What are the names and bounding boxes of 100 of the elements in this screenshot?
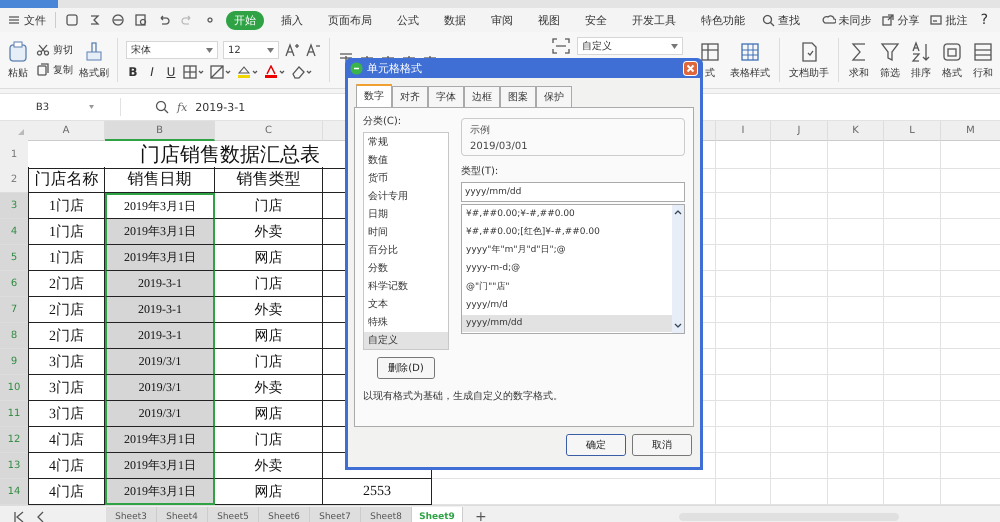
paste-button[interactable]: 粘贴 bbox=[6, 40, 30, 80]
table-cell[interactable] bbox=[716, 141, 771, 169]
ribbon-tab[interactable]: 页面布局 bbox=[320, 10, 380, 30]
table-cell[interactable] bbox=[716, 297, 771, 323]
table-cell[interactable] bbox=[771, 427, 828, 453]
table-cell[interactable] bbox=[884, 141, 941, 169]
list-item[interactable]: 会计专用 bbox=[364, 188, 448, 204]
list-item[interactable]: 科学记数 bbox=[364, 278, 448, 294]
ribbon-tab[interactable]: 插入 bbox=[273, 10, 311, 30]
dialog-tab[interactable]: 边框 bbox=[464, 86, 500, 107]
scan-icon[interactable] bbox=[551, 37, 571, 55]
sheet-tab[interactable]: Sheet4 bbox=[157, 507, 208, 522]
ribbon-tab[interactable]: 审阅 bbox=[483, 10, 521, 30]
table-cell[interactable]: 外卖 bbox=[215, 219, 323, 245]
list-item[interactable]: yyyy/m/d bbox=[462, 297, 672, 314]
list-item[interactable]: ¥#,##0.00;¥-#,##0.00 bbox=[462, 206, 672, 223]
table-cell[interactable] bbox=[828, 323, 884, 349]
table-cell[interactable] bbox=[884, 401, 941, 427]
table-cell[interactable] bbox=[716, 271, 771, 297]
toolbar-button[interactable]: 式 bbox=[699, 40, 721, 80]
table-cell[interactable]: 2019年3月1日 bbox=[105, 193, 215, 219]
table-cell[interactable]: 2019/3/1 bbox=[105, 401, 215, 427]
list-item[interactable]: yyyy/mm/dd bbox=[462, 315, 672, 332]
table-cell[interactable] bbox=[884, 245, 941, 271]
table-cell[interactable]: 外卖 bbox=[215, 297, 323, 323]
type-field[interactable]: yyyy/mm/dd bbox=[461, 182, 685, 202]
list-item[interactable]: 特殊 bbox=[364, 314, 448, 330]
zoom-icon[interactable] bbox=[155, 100, 169, 114]
table-cell[interactable] bbox=[716, 167, 771, 193]
table-cell[interactable] bbox=[716, 349, 771, 375]
table-cell[interactable]: 2019年3月1日 bbox=[105, 219, 215, 245]
table-cell[interactable] bbox=[716, 245, 771, 271]
delete-button[interactable]: 删除(D) bbox=[377, 357, 435, 379]
table-cell[interactable]: 门店 bbox=[215, 427, 323, 453]
table-cell[interactable] bbox=[771, 219, 828, 245]
toolbar-button[interactable]: 筛选 bbox=[879, 40, 901, 80]
function-button[interactable]: fx bbox=[177, 100, 188, 114]
table-cell[interactable] bbox=[771, 375, 828, 401]
table-cell[interactable] bbox=[771, 271, 828, 297]
table-cell[interactable] bbox=[884, 271, 941, 297]
underline-button[interactable]: U bbox=[164, 65, 178, 79]
table-cell[interactable]: 2019-3-1 bbox=[105, 297, 215, 323]
table-cell[interactable] bbox=[828, 427, 884, 453]
font-shrink-icon[interactable] bbox=[305, 42, 321, 58]
sheet-tab[interactable]: Sheet7 bbox=[310, 507, 361, 522]
dialog-tab[interactable]: 对齐 bbox=[392, 86, 428, 107]
table-cell[interactable]: 销售类型 bbox=[215, 167, 323, 193]
dialog-tab[interactable]: 保护 bbox=[536, 86, 572, 107]
font-color-icon[interactable] bbox=[264, 65, 286, 79]
table-cell[interactable]: 2019-3-1 bbox=[105, 323, 215, 349]
table-cell[interactable]: 2019年3月1日 bbox=[105, 453, 215, 479]
table-cell[interactable] bbox=[716, 193, 771, 219]
ok-button[interactable]: 确定 bbox=[566, 434, 626, 456]
table-cell[interactable] bbox=[716, 375, 771, 401]
table-cell[interactable] bbox=[771, 323, 828, 349]
table-cell[interactable]: 2019/3/1 bbox=[105, 375, 215, 401]
table-cell[interactable] bbox=[828, 453, 884, 479]
table-cell[interactable]: 网店 bbox=[215, 323, 323, 349]
dialog-tab[interactable]: 字体 bbox=[428, 86, 464, 107]
table-cell[interactable]: 网店 bbox=[215, 401, 323, 427]
table-cell[interactable] bbox=[828, 167, 884, 193]
table-cell[interactable]: 网店 bbox=[215, 245, 323, 271]
toolbar-button[interactable]: 求和 bbox=[848, 40, 870, 80]
list-item[interactable]: yyyy-m-d;@ bbox=[462, 260, 672, 278]
first-sheet-icon[interactable] bbox=[12, 510, 26, 522]
sheet-tab[interactable]: Sheet6 bbox=[259, 507, 310, 522]
row-header[interactable]: 1 bbox=[0, 141, 28, 169]
ribbon-tab[interactable]: 安全 bbox=[577, 10, 615, 30]
toolbar-button[interactable]: 行和 bbox=[972, 40, 994, 80]
preview-icon[interactable] bbox=[134, 13, 148, 27]
dialog-tab[interactable]: 图案 bbox=[500, 86, 536, 107]
table-cell[interactable]: 门店 bbox=[215, 271, 323, 297]
table-cell[interactable] bbox=[716, 219, 771, 245]
table-cell[interactable] bbox=[771, 167, 828, 193]
table-cell[interactable] bbox=[828, 375, 884, 401]
table-cell[interactable] bbox=[828, 349, 884, 375]
table-cell[interactable] bbox=[771, 401, 828, 427]
add-sheet-button[interactable]: + bbox=[471, 509, 491, 522]
ribbon-tab[interactable]: 数据 bbox=[436, 10, 474, 30]
table-cell[interactable]: 2019/3/1 bbox=[105, 349, 215, 375]
table-cell[interactable] bbox=[771, 349, 828, 375]
font-size-dropdown[interactable]: 12 bbox=[223, 41, 279, 59]
table-cell[interactable] bbox=[828, 219, 884, 245]
table-cell[interactable]: 外卖 bbox=[215, 375, 323, 401]
list-item[interactable]: 货币 bbox=[364, 170, 448, 186]
ribbon-tab[interactable]: 视图 bbox=[530, 10, 568, 30]
table-cell[interactable] bbox=[884, 453, 941, 479]
list-item[interactable]: 分数 bbox=[364, 260, 448, 276]
column-header[interactable]: I bbox=[716, 121, 771, 141]
fill-pattern-icon[interactable] bbox=[210, 65, 232, 79]
list-item[interactable]: 百分比 bbox=[364, 242, 448, 258]
format-painter-button[interactable]: 格式刷 bbox=[79, 40, 109, 80]
table-cell[interactable] bbox=[771, 245, 828, 271]
table-cell[interactable]: 门店 bbox=[215, 193, 323, 219]
toolbar-button[interactable]: 未同步 bbox=[822, 12, 872, 28]
list-item[interactable]: @"门""店" bbox=[462, 278, 672, 296]
search-button[interactable]: 查找 bbox=[762, 12, 800, 28]
list-item[interactable]: 日期 bbox=[364, 206, 448, 222]
column-header[interactable]: J bbox=[771, 121, 828, 141]
table-cell[interactable] bbox=[884, 375, 941, 401]
